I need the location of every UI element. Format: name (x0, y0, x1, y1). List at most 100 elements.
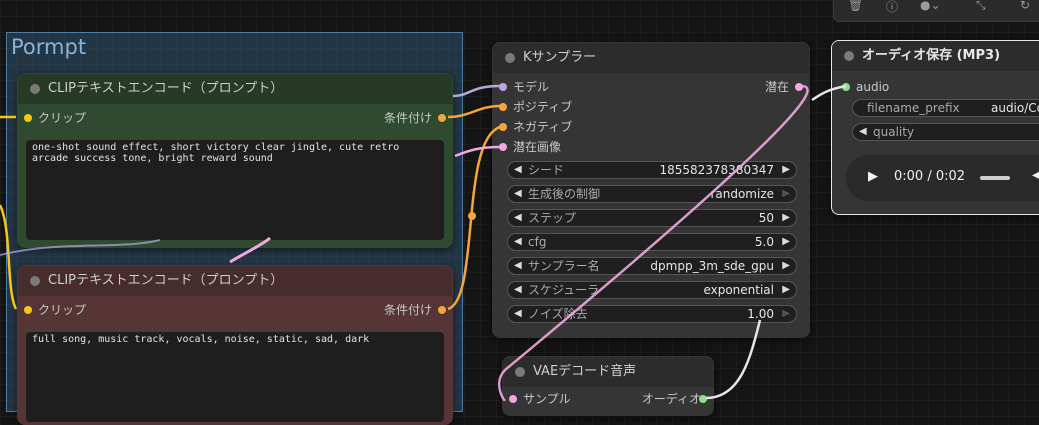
decrement-arrow-icon[interactable]: ◀ (514, 234, 522, 250)
widget-label: cfg (528, 235, 547, 249)
widget-value: exponential (703, 283, 774, 297)
decrement-arrow-icon[interactable]: ◀ (514, 306, 522, 322)
node-title[interactable]: オーディオ保存 (MP3) (832, 41, 1039, 71)
denoise-widget[interactable]: ◀ ノイズ除去 1.00 ▶ (507, 305, 797, 323)
input-positive[interactable]: ポジティブ (499, 99, 572, 115)
color-picker-icon[interactable]: ●⌄ (920, 0, 941, 12)
widget-label: quality (873, 125, 915, 139)
play-icon[interactable]: ▶ (868, 169, 878, 184)
input-pin-icon[interactable] (499, 103, 507, 111)
cfg-widget[interactable]: ◀ cfg 5.0 ▶ (507, 233, 797, 251)
output-pin-icon[interactable] (795, 83, 803, 91)
increment-arrow-icon[interactable]: ▶ (782, 210, 790, 226)
widget-label: ステップ (528, 211, 577, 225)
input-pin-icon[interactable] (842, 83, 850, 91)
collapse-dot-icon[interactable] (30, 84, 40, 94)
increment-arrow-icon[interactable]: ▶ (782, 306, 790, 322)
input-clip[interactable]: クリップ (24, 110, 87, 126)
input-audio[interactable]: audio (842, 79, 890, 95)
input-pin-icon[interactable] (24, 306, 32, 314)
input-negative[interactable]: ネガティブ (499, 119, 572, 135)
node-title[interactable]: VAEデコード音声 (503, 357, 713, 387)
output-label: オーディオ (641, 392, 701, 406)
time-display: 0:00 / 0:02 (894, 169, 966, 184)
top-toolbar: 🗑 ⓘ ●⌄ ⤡ ↻ (833, 0, 1039, 22)
widget-label: シード (528, 163, 565, 177)
input-pin-icon[interactable] (24, 114, 32, 122)
increment-arrow-icon[interactable]: ▶ (782, 282, 790, 298)
widget-label: スケジューラ (528, 283, 600, 297)
input-pin-icon[interactable] (499, 143, 507, 151)
reroute-dot (468, 212, 476, 220)
input-pin-icon[interactable] (509, 395, 517, 403)
collapse-dot-icon[interactable] (515, 367, 525, 377)
increment-arrow-icon[interactable]: ▶ (782, 258, 790, 274)
widget-value: 5.0 (754, 235, 774, 249)
seek-bar[interactable] (980, 176, 1010, 180)
audio-player: ▶ 0:00 / 0:02 ◀ (846, 155, 1039, 201)
increment-arrow-icon[interactable]: ▶ (782, 162, 790, 178)
quality-widget[interactable]: ◀ quality (852, 123, 1039, 141)
collapse-icon[interactable]: ⤡ (976, 0, 986, 13)
widget-label: filename_prefix (867, 101, 960, 115)
widget-value: audio/Co (990, 101, 1039, 115)
ksampler-node[interactable]: Kサンプラー モデル ポジティブ ネガティブ 潜在画像 潜在 ◀ シード 18558… (492, 42, 810, 338)
seed-widget[interactable]: ◀ シード 185582378380347 ▶ (507, 161, 797, 179)
node-title[interactable]: CLIPテキストエンコード（プロンプト） (18, 266, 452, 296)
clip-text-encode-negative-node[interactable]: CLIPテキストエンコード（プロンプト） クリップ 条件付け full song… (17, 265, 453, 425)
widget-value: 185582378380347 (659, 163, 774, 177)
output-conditioning[interactable]: 条件付け (384, 110, 446, 126)
output-pin-icon[interactable] (438, 114, 446, 122)
redo-icon[interactable]: ↻ (1020, 0, 1030, 12)
decrement-arrow-icon[interactable]: ◀ (514, 186, 522, 202)
node-title[interactable]: Kサンプラー (493, 43, 809, 73)
node-title-text: CLIPテキストエンコード（プロンプト） (48, 81, 284, 96)
decrement-arrow-icon[interactable]: ◀ (514, 162, 522, 178)
input-samples[interactable]: サンプル (509, 391, 571, 407)
output-pin-icon[interactable] (699, 395, 707, 403)
trash-icon[interactable]: 🗑 (848, 0, 863, 12)
input-pin-icon[interactable] (499, 123, 507, 131)
collapse-dot-icon[interactable] (505, 53, 515, 63)
prompt-textarea[interactable]: one-shot sound effect, short victory cle… (26, 140, 444, 240)
input-clip[interactable]: クリップ (24, 302, 87, 318)
widget-label: ノイズ除去 (528, 307, 588, 321)
input-latent-image[interactable]: 潜在画像 (499, 139, 562, 155)
output-audio[interactable]: オーディオ (641, 391, 707, 407)
output-label: 条件付け (383, 303, 432, 317)
widget-value: 1.00 (747, 307, 774, 321)
group-title: Pormpt (11, 35, 87, 59)
input-pin-icon[interactable] (499, 83, 507, 91)
node-title[interactable]: CLIPテキストエンコード（プロンプト） (18, 74, 452, 104)
output-latent[interactable]: 潜在 (764, 79, 803, 95)
sampler-name-widget[interactable]: ◀ サンプラー名 dpmpp_3m_sde_gpu ▶ (507, 257, 797, 275)
steps-widget[interactable]: ◀ ステップ 50 ▶ (507, 209, 797, 227)
widget-value: dpmpp_3m_sde_gpu (650, 259, 774, 273)
input-label: audio (856, 80, 890, 94)
collapse-dot-icon[interactable] (844, 51, 854, 61)
increment-arrow-icon[interactable]: ▶ (782, 234, 790, 250)
input-label: クリップ (38, 111, 87, 125)
info-icon[interactable]: ⓘ (886, 0, 898, 15)
scheduler-widget[interactable]: ◀ スケジューラ exponential ▶ (507, 281, 797, 299)
input-label: クリップ (38, 303, 87, 317)
decrement-arrow-icon[interactable]: ◀ (514, 282, 522, 298)
filename-prefix-field[interactable]: filename_prefix audio/Co (852, 99, 1039, 117)
output-label: 潜在 (764, 80, 789, 94)
input-label: 潜在画像 (513, 140, 562, 154)
save-audio-mp3-node[interactable]: オーディオ保存 (MP3) audio filename_prefix audio… (831, 40, 1039, 215)
volume-icon[interactable]: ◀ (1032, 167, 1039, 183)
vae-decode-audio-node[interactable]: VAEデコード音声 サンプル オーディオ (502, 356, 714, 416)
clip-text-encode-positive-node[interactable]: CLIPテキストエンコード（プロンプト） クリップ 条件付け one-shot … (17, 73, 453, 248)
control-after-generate-widget[interactable]: ◀ 生成後の制御 randomize ▶ (507, 185, 797, 203)
input-model[interactable]: モデル (499, 79, 549, 95)
prompt-textarea[interactable]: full song, music track, vocals, noise, s… (26, 332, 444, 422)
decrement-arrow-icon[interactable]: ◀ (514, 258, 522, 274)
collapse-dot-icon[interactable] (30, 276, 40, 286)
node-title-text: Kサンプラー (523, 50, 597, 65)
decrement-arrow-icon[interactable]: ◀ (514, 210, 522, 226)
decrement-arrow-icon[interactable]: ◀ (859, 124, 867, 140)
output-conditioning[interactable]: 条件付け (383, 302, 446, 318)
increment-arrow-icon[interactable]: ▶ (782, 186, 790, 202)
output-pin-icon[interactable] (438, 306, 446, 314)
